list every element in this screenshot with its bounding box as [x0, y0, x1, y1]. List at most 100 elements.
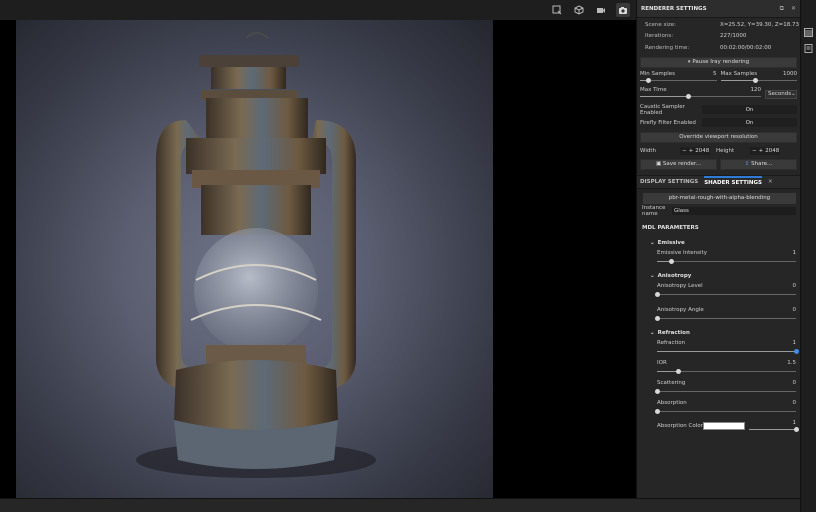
close-icon[interactable]: ✕	[791, 5, 796, 13]
param-value: 0	[792, 399, 797, 406]
save-render-button[interactable]: ▣ Save render...	[640, 158, 717, 170]
height-value: 2048	[765, 147, 780, 154]
renderer-settings-header: RENDERER SETTINGS ⧉ ✕	[637, 0, 800, 18]
camera-icon[interactable]	[594, 3, 608, 17]
min-samples-value: 5	[713, 70, 717, 77]
slider-knob[interactable]	[686, 93, 692, 99]
stat-value: X=25.52, Y=39.30, Z=18.73	[720, 21, 799, 28]
app-window: RENDERER SETTINGS ⧉ ✕ Scene size: X=25.5…	[0, 0, 816, 512]
section-anisotropy[interactable]: ⌄ Anisotropy	[637, 273, 800, 279]
side-toolstrip	[800, 0, 816, 512]
viewport-toolbar	[0, 0, 636, 20]
stat-row: Scene size: X=25.52, Y=39.30, Z=18.73	[637, 19, 800, 31]
save-render-label: Save render...	[662, 161, 702, 167]
share-label: Share...	[751, 161, 773, 167]
slider-knob[interactable]	[675, 368, 681, 374]
max-samples-slider[interactable]: Max Samples 1000	[720, 70, 797, 83]
ior-slider[interactable]: IOR 1.5	[637, 360, 800, 374]
height-input[interactable]: − +2048	[750, 146, 780, 155]
max-time-label: Max Time	[640, 86, 667, 93]
slider-knob[interactable]	[668, 258, 674, 264]
share-button[interactable]: ⇪ Share...	[720, 158, 797, 170]
caustic-sampler-row: Caustic Sampler Enabled On	[637, 104, 800, 116]
slider-knob[interactable]	[655, 408, 660, 414]
save-icon: ▣	[655, 161, 663, 167]
cube-icon[interactable]	[572, 3, 586, 17]
firefly-filter-label: Firefly Filter Enabled	[640, 119, 696, 126]
slider-knob[interactable]	[655, 315, 660, 321]
param-label: Anisotropy Angle	[657, 306, 704, 313]
caustic-sampler-toggle[interactable]: On	[702, 105, 797, 114]
section-emissive-label: Emissive	[657, 239, 685, 246]
stat-key: Rendering time:	[645, 44, 690, 51]
slider-knob[interactable]	[752, 77, 758, 83]
param-label: Absorption Color	[657, 422, 703, 429]
anisotropy-angle-slider[interactable]: Anisotropy Angle 0	[637, 307, 800, 321]
slider-knob[interactable]	[655, 291, 660, 297]
section-emissive[interactable]: ⌄ Emissive	[637, 240, 800, 246]
render-viewport[interactable]	[0, 20, 636, 498]
width-value: 2048	[695, 147, 710, 154]
stat-row: Iterations: 227/1000	[637, 31, 800, 43]
slider-knob[interactable]	[655, 388, 660, 394]
override-resolution-button[interactable]: Override viewport resolution	[640, 131, 797, 143]
plus-icon[interactable]: +	[689, 148, 694, 154]
min-samples-slider[interactable]: Min Samples 5	[640, 71, 717, 83]
stat-key: Iterations:	[645, 33, 674, 40]
min-samples-label: Min Samples	[640, 70, 675, 77]
minus-icon[interactable]: −	[752, 148, 757, 154]
chevron-down-icon: ⌄	[650, 272, 655, 279]
param-label: Refraction	[657, 339, 686, 346]
absorption-slider[interactable]: Absorption 0	[637, 400, 800, 414]
stat-key: Scene size:	[645, 21, 677, 28]
instance-name-input[interactable]: Glass	[672, 206, 796, 215]
resolution-row: Width − +2048 Height − +2048	[637, 146, 800, 156]
firefly-filter-row: Firefly Filter Enabled On	[637, 117, 800, 129]
slider-knob[interactable]	[645, 77, 651, 83]
absorption-color-slider[interactable]	[749, 426, 799, 432]
section-refraction[interactable]: ⌄ Refraction	[637, 330, 800, 336]
slider-knob[interactable]	[794, 348, 799, 354]
select-tool-icon[interactable]	[550, 3, 564, 17]
tab-shader-settings[interactable]: SHADER SETTINGS	[704, 175, 762, 188]
close-tab-icon[interactable]: ✕	[768, 179, 773, 185]
properties-icon[interactable]	[804, 38, 813, 53]
minus-icon[interactable]: −	[682, 148, 687, 154]
instance-name-label: Instance name	[642, 204, 666, 217]
rendered-image	[16, 20, 493, 498]
pause-rendering-button[interactable]: ⏸ Pause Iray rendering	[640, 56, 797, 68]
param-value: 1	[792, 339, 797, 346]
max-samples-value: 1000	[783, 70, 797, 77]
param-value: 0	[792, 379, 797, 386]
time-unit-select[interactable]: Seconds ⌄	[765, 89, 797, 99]
section-anisotropy-label: Anisotropy	[657, 272, 692, 279]
width-label: Width	[640, 147, 656, 154]
scattering-slider[interactable]: Scattering 0	[637, 380, 800, 394]
caustic-sampler-label: Caustic Sampler Enabled	[640, 103, 685, 116]
screenshot-icon[interactable]	[616, 3, 630, 17]
chevron-down-icon: ⌄	[650, 239, 655, 246]
settings-tabs: DISPLAY SETTINGS SHADER SETTINGS ✕	[637, 174, 800, 189]
anisotropy-level-slider[interactable]: Anisotropy Level 0	[637, 283, 800, 297]
section-refraction-label: Refraction	[657, 329, 690, 336]
material-name-button[interactable]: pbr-metal-rough-with-alpha-blending	[643, 192, 796, 204]
param-label: IOR	[657, 359, 667, 366]
max-time-slider[interactable]: Max Time 120	[640, 87, 761, 99]
chevron-down-icon: ⌄	[650, 329, 655, 336]
tab-display-settings[interactable]: DISPLAY SETTINGS	[640, 176, 698, 188]
settings-panel: RENDERER SETTINGS ⧉ ✕ Scene size: X=25.5…	[636, 0, 800, 498]
undock-icon[interactable]: ⧉	[780, 5, 784, 13]
slider-knob[interactable]	[794, 426, 799, 432]
absorption-color-swatch[interactable]	[703, 421, 745, 430]
status-bar	[0, 498, 800, 512]
time-unit-value: Seconds	[768, 91, 792, 97]
width-input[interactable]: − +2048	[680, 146, 710, 155]
param-value: 0	[792, 282, 797, 289]
layers-icon[interactable]	[804, 22, 813, 37]
firefly-filter-toggle[interactable]: On	[702, 118, 797, 127]
plus-icon[interactable]: +	[759, 148, 764, 154]
mdl-parameters-heading: MDL PARAMETERS	[642, 224, 699, 231]
param-value: 1	[792, 419, 797, 426]
refraction-slider[interactable]: Refraction 1	[637, 340, 800, 354]
emissive-intensity-slider[interactable]: Emissive Intensity 1	[637, 250, 800, 264]
